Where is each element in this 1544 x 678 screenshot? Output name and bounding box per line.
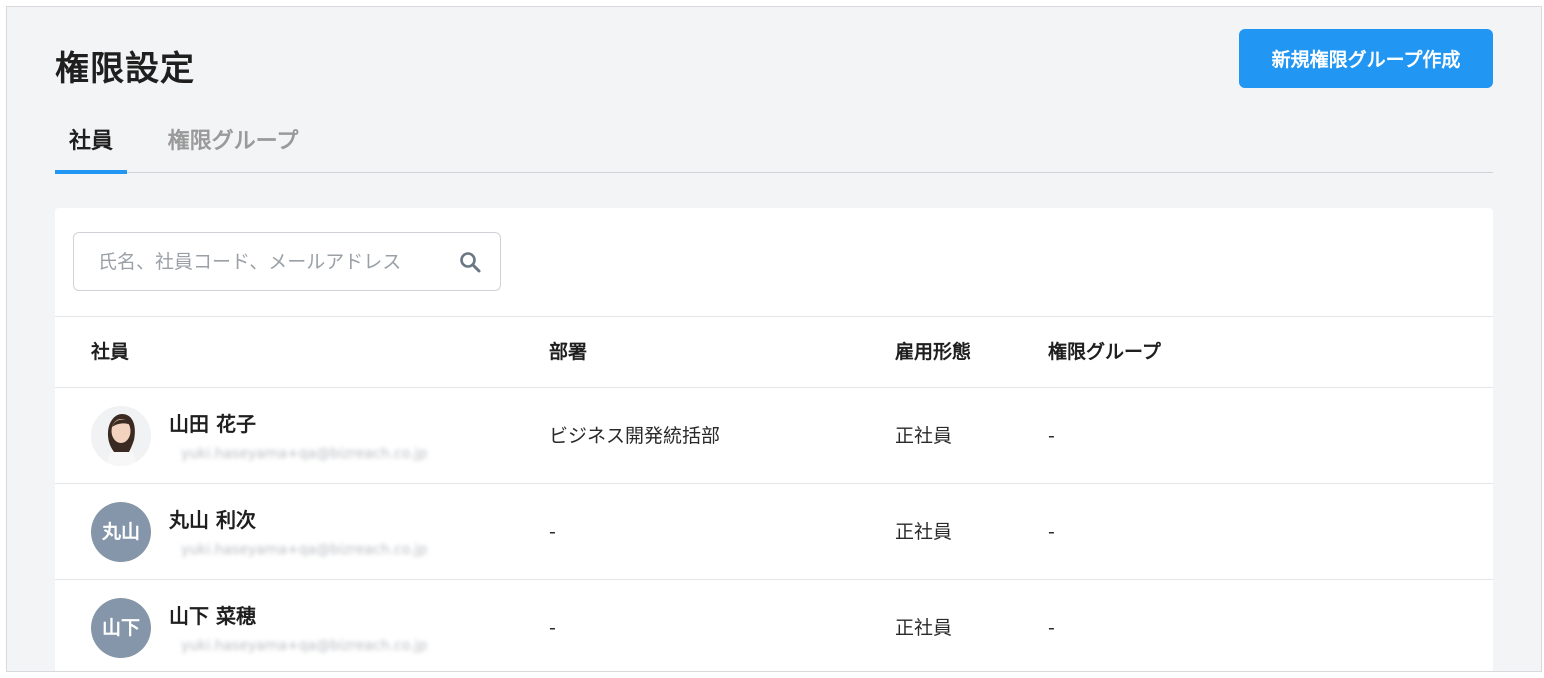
table-row[interactable]: 山田 花子 yuki.haseyama+qa@bizreach.co.jp ビジ… [55,388,1493,484]
column-header-permission-group: 権限グループ [1048,341,1161,363]
create-permission-group-button[interactable]: 新規権限グループ作成 [1239,29,1493,88]
search-icon[interactable] [458,250,482,274]
department-cell: - [549,521,556,543]
avatar [91,406,151,466]
employee-email: yuki.haseyama+qa@bizreach.co.jp [181,446,428,462]
employee-table: 社員 部署 雇用形態 権限グループ 山田 花子 yuki.haseyama+qa [55,316,1493,671]
table-row[interactable]: 丸山 丸山 利次 yuki.haseyama+qa@bizreach.co.jp… [55,484,1493,580]
table-row[interactable]: 山下 山下 菜穂 yuki.haseyama+qa@bizreach.co.jp… [55,580,1493,671]
avatar: 丸山 [91,502,151,562]
permission-group-cell: - [1048,425,1055,447]
page-title: 権限設定 [55,49,195,89]
employment-type-cell: 正社員 [895,521,953,543]
app-frame: 権限設定 新規権限グループ作成 社員 権限グループ 社員 部署 雇用形態 権限グ… [6,6,1542,672]
tab-employees[interactable]: 社員 [55,120,127,174]
department-cell: ビジネス開発統括部 [549,425,721,447]
employee-name: 山下 菜穂 [169,604,256,628]
tab-permission-groups[interactable]: 権限グループ [161,120,305,173]
tab-bar: 社員 権限グループ [55,120,1493,174]
employee-list-card: 社員 部署 雇用形態 権限グループ 山田 花子 yuki.haseyama+qa [55,208,1493,671]
column-header-employee: 社員 [91,341,130,363]
employee-email: yuki.haseyama+qa@bizreach.co.jp [181,542,428,558]
employment-type-cell: 正社員 [895,617,953,639]
permission-group-cell: - [1048,617,1055,639]
employee-email: yuki.haseyama+qa@bizreach.co.jp [181,638,428,654]
search-input[interactable] [74,233,444,290]
avatar-photo-icon [91,406,151,466]
employee-name: 丸山 利次 [169,508,256,532]
avatar: 山下 [91,598,151,658]
department-cell: - [549,617,556,639]
permission-group-cell: - [1048,521,1055,543]
table-header: 社員 部署 雇用形態 権限グループ [55,316,1493,388]
employee-name: 山田 花子 [169,412,256,436]
column-header-employment-type: 雇用形態 [895,341,972,363]
employment-type-cell: 正社員 [895,425,953,447]
search-box [73,232,501,291]
column-header-department: 部署 [549,341,588,363]
